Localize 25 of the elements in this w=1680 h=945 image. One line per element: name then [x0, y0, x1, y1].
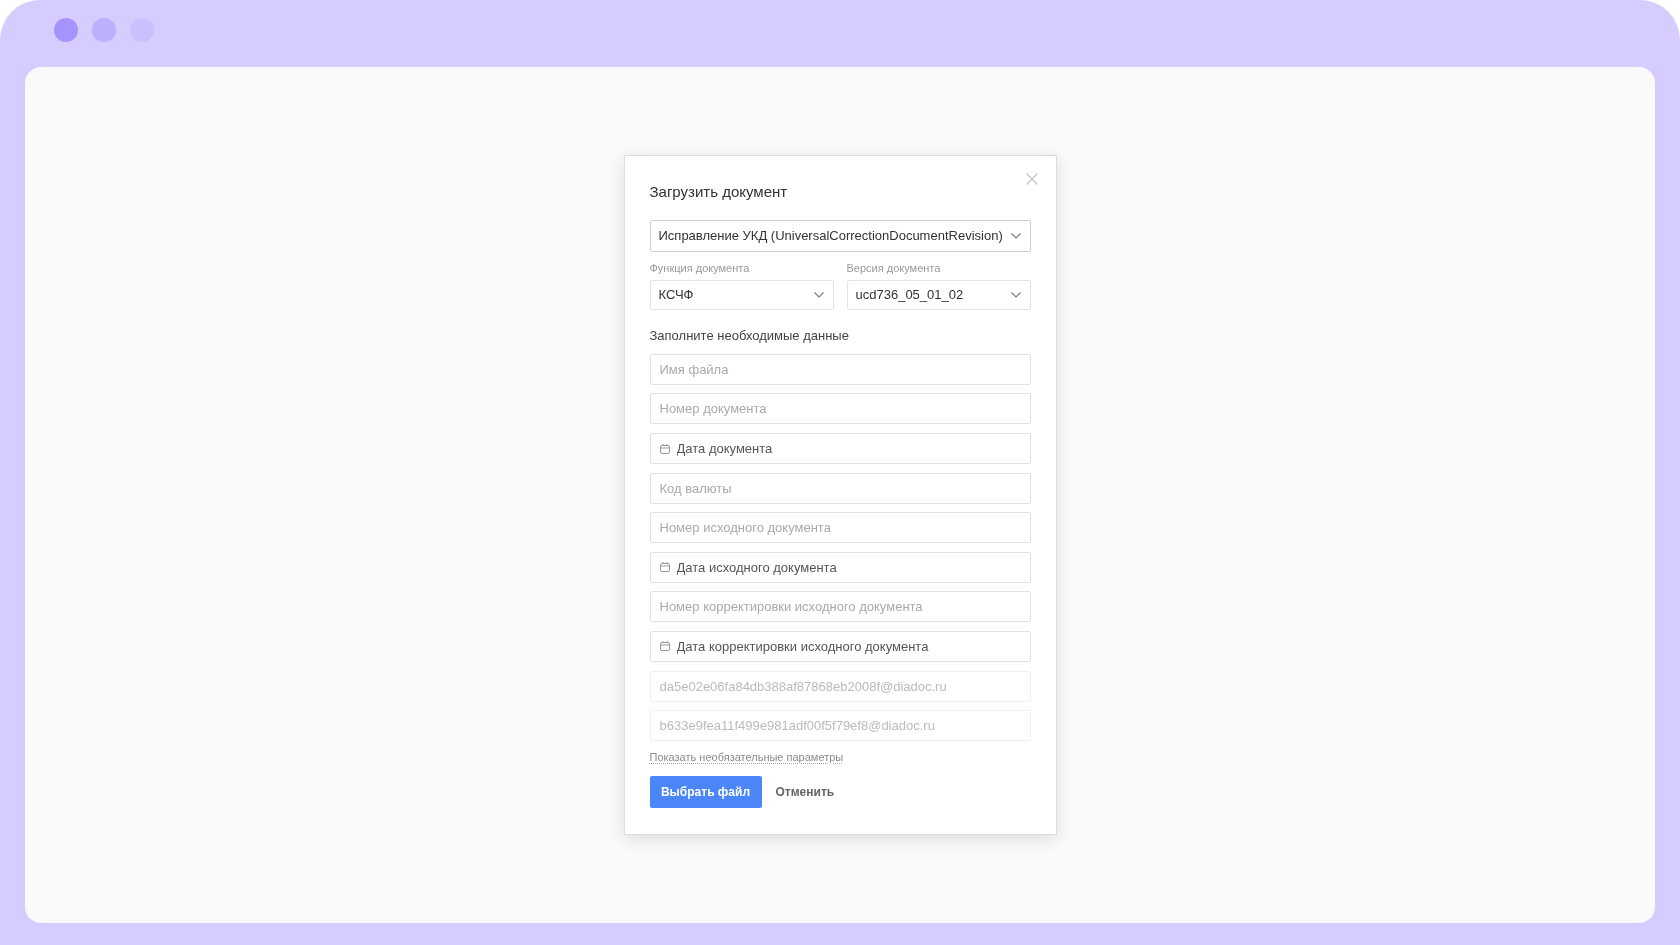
chevron-down-icon — [1010, 291, 1021, 298]
cancel-button[interactable]: Отменить — [775, 783, 835, 802]
section-title: Заполните необходимые данные — [649, 326, 850, 345]
date-field[interactable]: Дата документа — [649, 433, 1031, 464]
calendar-icon — [659, 443, 670, 454]
input-field[interactable]: Имя файла — [649, 353, 1031, 385]
dialog-title: Загрузить документ — [649, 181, 789, 202]
input-field[interactable]: Код валюты — [649, 472, 1031, 504]
input-field[interactable]: Номер корректировки исходного документа — [649, 591, 1031, 623]
close-icon[interactable] — [1025, 172, 1038, 185]
select-label: Версия документа — [846, 260, 942, 275]
chevron-down-icon — [1010, 232, 1021, 239]
document-version-select[interactable]: ucd736_05_01_02 — [846, 279, 1031, 310]
chevron-down-icon — [813, 291, 824, 298]
input-field[interactable]: Номер документа — [649, 393, 1031, 425]
choose-file-button[interactable]: Выбрать файл — [649, 776, 762, 809]
date-field[interactable]: Дата корректировки исходного документа — [649, 631, 1031, 662]
document-function-select[interactable]: КСЧФ — [649, 279, 834, 310]
calendar-icon — [659, 641, 670, 652]
select-label: Функция документа — [649, 260, 751, 275]
show-optional-link[interactable]: Показать необязательные параметры — [649, 750, 844, 765]
input-field[interactable]: Номер исходного документа — [649, 512, 1031, 544]
date-field[interactable]: Дата исходного документа — [649, 551, 1031, 583]
document-type-select[interactable]: Исправление УКД (UniversalCorrectionDocumentRevision) — [649, 219, 1031, 252]
calendar-icon — [659, 562, 670, 573]
